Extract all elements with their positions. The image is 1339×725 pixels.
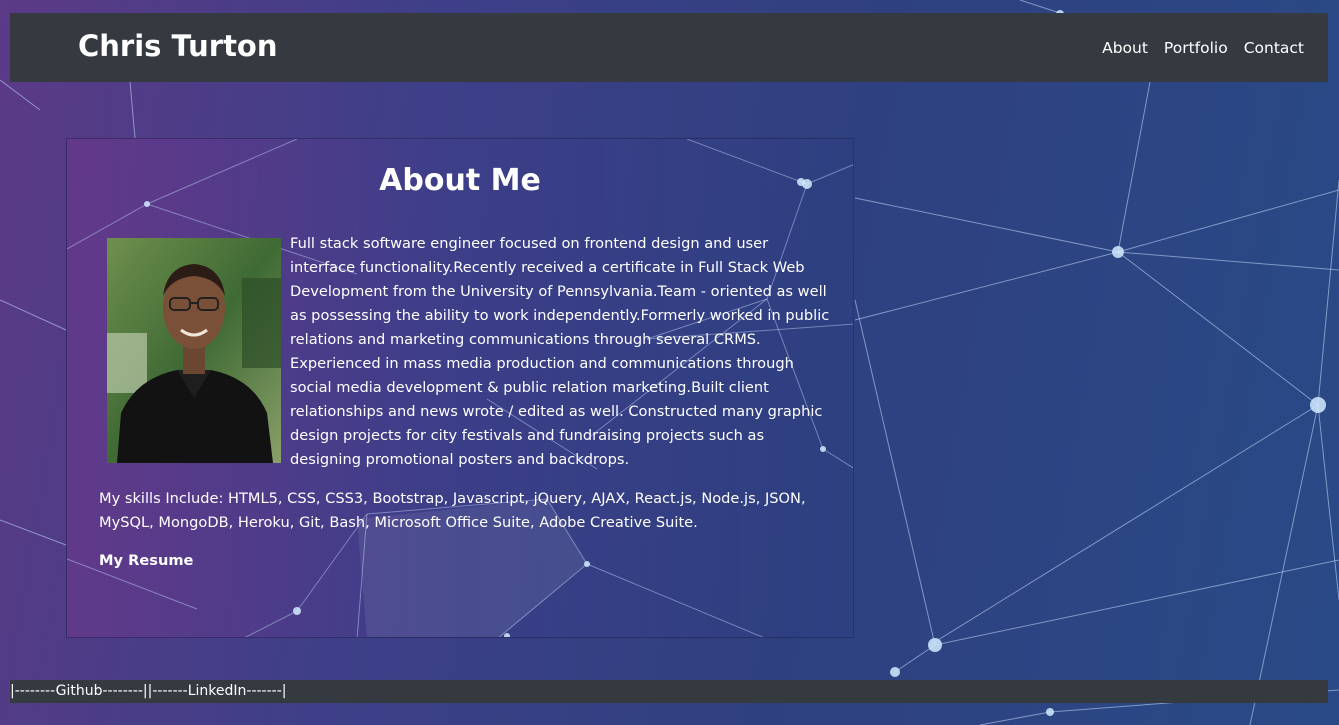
resume-link[interactable]: My Resume — [99, 552, 193, 569]
brand-name[interactable]: Chris Turton — [78, 27, 278, 65]
bio-text: Full stack software engineer focused on … — [290, 235, 830, 468]
nav-link-about[interactable]: About — [1102, 39, 1148, 57]
nav-link-portfolio[interactable]: Portfolio — [1164, 39, 1228, 57]
linkedin-link[interactable]: |-------LinkedIn-------| — [148, 683, 287, 699]
skills-text: My skills Include: HTML5, CSS, CSS3, Boo… — [99, 490, 806, 531]
nav-links: About Portfolio Contact — [1102, 39, 1304, 57]
github-link[interactable]: |--------Github--------| — [10, 683, 148, 699]
nav-link-contact[interactable]: Contact — [1244, 39, 1304, 57]
about-title: About Me — [379, 163, 541, 198]
top-navbar: Chris Turton About Portfolio Contact — [10, 13, 1328, 82]
profile-photo — [107, 238, 281, 463]
about-card: About Me Full stack software engineer fo… — [66, 138, 854, 638]
footer-bar: |--------Github--------||-------LinkedIn… — [10, 680, 1328, 703]
